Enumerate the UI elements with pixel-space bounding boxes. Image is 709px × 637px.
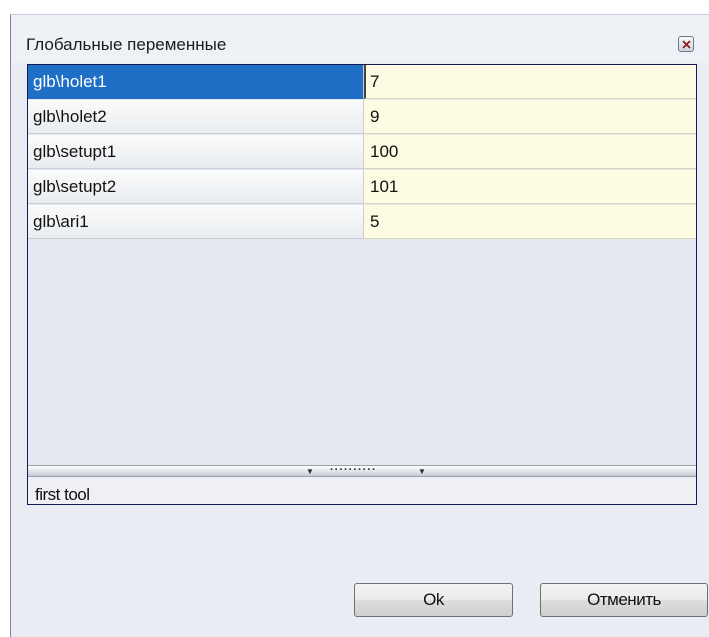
variable-name[interactable]: glb\holet2 — [28, 100, 364, 134]
description-splitter[interactable]: ▼ ·········· ▼ — [28, 465, 696, 477]
description-text: first tool — [35, 485, 90, 504]
grip-dots-icon: ·········· — [330, 464, 377, 476]
variable-value-input[interactable]: 5 — [364, 205, 696, 239]
dialog-title: Глобальные переменные — [26, 35, 227, 54]
variable-value-input[interactable]: 9 — [364, 100, 696, 134]
close-icon — [682, 40, 691, 49]
variable-row[interactable]: glb\holet1 7 — [28, 65, 696, 100]
variable-name[interactable]: glb\setupt2 — [28, 170, 364, 204]
splitter-arrow-icon: ▼ — [418, 467, 426, 476]
variable-name[interactable]: glb\holet1 — [28, 65, 364, 99]
variable-name[interactable]: glb\setupt1 — [28, 135, 364, 169]
title-bar: Глобальные переменные — [11, 15, 709, 63]
variable-row[interactable]: glb\setupt2 101 — [28, 170, 696, 205]
variable-row[interactable]: glb\holet2 9 — [28, 100, 696, 135]
description-panel: first tool — [28, 477, 696, 504]
splitter-arrow-icon: ▼ — [306, 467, 314, 476]
variable-value-input[interactable]: 7 — [364, 65, 696, 99]
global-variables-dialog: Глобальные переменные glb\holet1 7 glb\h… — [10, 14, 709, 637]
variable-value-input[interactable]: 101 — [364, 170, 696, 204]
close-button[interactable] — [678, 36, 694, 52]
variable-row[interactable]: glb\setupt1 100 — [28, 135, 696, 170]
variables-grid: glb\holet1 7 glb\holet2 9 glb\setupt1 10… — [27, 64, 697, 505]
cancel-button[interactable]: Отменить — [540, 583, 708, 617]
variable-row[interactable]: glb\ari1 5 — [28, 205, 696, 240]
variable-name[interactable]: glb\ari1 — [28, 205, 364, 239]
ok-button[interactable]: Ok — [354, 583, 513, 617]
variable-value-input[interactable]: 100 — [364, 135, 696, 169]
